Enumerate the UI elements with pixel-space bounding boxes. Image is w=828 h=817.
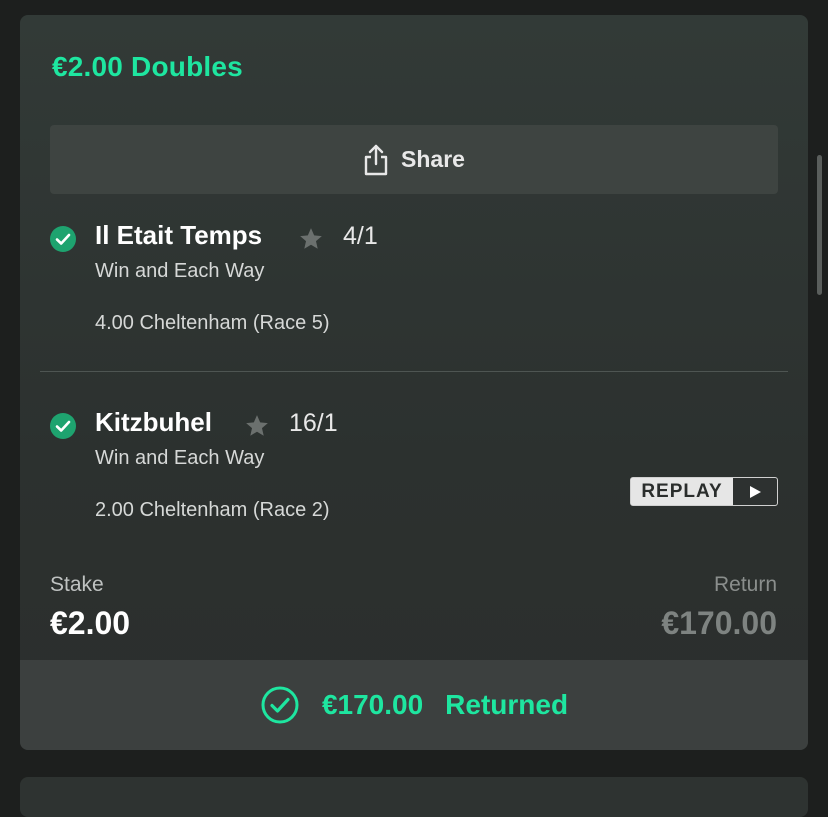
returned-status-bar: €170.00 Returned — [20, 660, 808, 750]
selection-divider — [40, 371, 788, 372]
replay-button[interactable]: REPLAY — [630, 477, 778, 506]
share-button[interactable]: Share — [50, 125, 778, 194]
stake-label: Stake — [50, 573, 104, 596]
stake-value: €2.00 — [50, 605, 131, 641]
check-circle-outline-icon — [261, 686, 299, 724]
selection-event: 2.00 Cheltenham (Race 2) — [95, 499, 330, 521]
selection-name: Il Etait Temps — [95, 220, 263, 250]
play-icon — [733, 478, 777, 505]
bet-card: €2.00 Doubles Share Il Etait Temps 4/1 W… — [20, 15, 808, 750]
share-button-label: Share — [401, 146, 465, 172]
star-icon[interactable] — [244, 413, 270, 439]
check-circle-icon — [50, 226, 76, 252]
replay-button-label: REPLAY — [631, 478, 733, 505]
selection-odds: 16/1 — [289, 409, 338, 437]
scrollbar[interactable] — [817, 155, 822, 295]
selection-market: Win and Each Way — [95, 260, 265, 282]
share-icon — [363, 144, 389, 176]
returned-label: Returned — [445, 689, 569, 720]
check-circle-icon — [50, 413, 76, 439]
selection-name: Kitzbuhel — [95, 407, 212, 437]
return-label: Return — [713, 573, 777, 596]
bet-title: €2.00 Doubles — [52, 51, 243, 82]
selection-market: Win and Each Way — [95, 447, 265, 469]
selection-event: 4.00 Cheltenham (Race 5) — [95, 312, 330, 334]
returned-amount: €170.00 — [321, 689, 424, 720]
star-icon[interactable] — [298, 226, 324, 252]
selection-odds: 4/1 — [343, 222, 378, 250]
next-bet-card — [20, 777, 808, 817]
return-value: €170.00 — [661, 605, 777, 641]
